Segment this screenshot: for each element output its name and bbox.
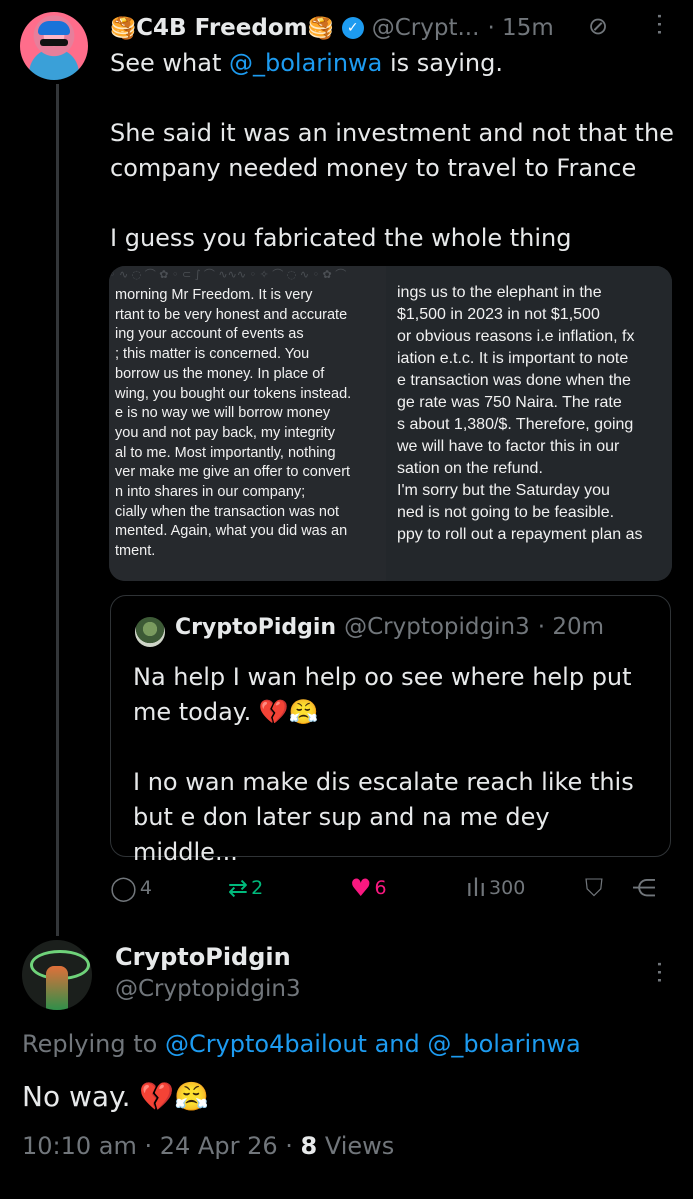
verified-badge-icon: ✓ xyxy=(341,17,364,39)
image-line: iation e.t.c. It is important to note xyxy=(397,350,629,367)
body-prefix: See what xyxy=(110,49,229,77)
image-line: mented. Again, what you did was an xyxy=(115,523,348,540)
image-text: ings us to the elephant in the $1,500 in… xyxy=(397,282,642,546)
quoted-author-name: CryptoPidgin xyxy=(175,614,337,640)
image-line: you and not pay back, my integrity xyxy=(115,424,336,441)
avatar xyxy=(135,617,165,647)
image-line: we will have to factor this in our xyxy=(397,438,620,455)
repost-icon: ⇄ xyxy=(228,874,249,902)
bookmark-button[interactable]: ⛉ xyxy=(585,874,606,902)
share-button[interactable]: ⋲ xyxy=(632,874,659,902)
image-line: ge rate was 750 Naira. The rate xyxy=(397,394,622,411)
views-label: Views xyxy=(317,1132,395,1160)
image-line: I'm sorry but the Saturday you xyxy=(397,482,610,499)
tweet-header: 🥞 C4B Freedom 🥞 ✓ @Crypt... · 15m xyxy=(110,12,554,44)
image-text: morning Mr Freedom. It is very rtant to … xyxy=(115,286,351,562)
views-count: 8 xyxy=(300,1132,318,1160)
replying-mentions[interactable]: @Crypto4bailout and @_bolarinwa xyxy=(165,1030,581,1058)
tweet-text: No way. 💔😤 xyxy=(22,1080,210,1113)
image-line: cially when the transaction was not xyxy=(115,503,340,520)
repost-count: 2 xyxy=(251,877,264,899)
image-line: s about 1,380/$. Therefore, going xyxy=(397,416,634,433)
more-vertical-icon[interactable]: ⋯ xyxy=(646,12,674,36)
avatar[interactable] xyxy=(22,940,92,1010)
image-line: ; this matter is concerned. You xyxy=(115,346,310,363)
more-vertical-icon[interactable]: ⋯ xyxy=(646,960,674,984)
views-count: 300 xyxy=(489,877,526,899)
bookmark-icon: ⛉ xyxy=(585,874,603,902)
pancake-emoji: 🥞 xyxy=(110,15,137,40)
quoted-tweet-header: CryptoPidgin @Cryptopidgin3 · 20m xyxy=(175,614,604,640)
quoted-tweet[interactable]: CryptoPidgin @Cryptopidgin3 · 20m Na hel… xyxy=(110,595,671,866)
like-icon: ♥ xyxy=(350,874,372,902)
image-line: tment. xyxy=(115,543,156,560)
reply-button[interactable]: ◯ 4 xyxy=(110,874,152,902)
like-count: 6 xyxy=(374,877,387,899)
media-grid[interactable]: ◦ ∿ ◌ ⌒ ✿ ◦ ⊂ ∫ ⌒ ∿∿∿ ◦ ✧ ⌒ ◌ ∿ ◦ ✿ ⌒ mo… xyxy=(109,266,672,581)
thread-connector-line xyxy=(56,84,59,936)
author-handle[interactable]: @Cryptopidgin3 xyxy=(115,976,301,1002)
quoted-tweet-text: Na help I wan help oo see where help put… xyxy=(133,663,634,866)
image-line: morning Mr Freedom. It is very xyxy=(115,287,313,303)
image-line: al to me. Most importantly, nothing xyxy=(115,444,336,461)
image-line: wing, you bought our tokens instead. xyxy=(115,385,352,402)
author-name[interactable]: C4B Freedom xyxy=(136,15,307,41)
tweet-time[interactable]: · 15m xyxy=(487,15,553,41)
media-image-right[interactable]: ings us to the elephant in the $1,500 in… xyxy=(395,266,672,581)
views-icon: ılı xyxy=(466,874,487,902)
mention-link[interactable]: @_bolarinwa xyxy=(229,49,382,77)
image-line: ing your account of events as xyxy=(115,326,304,343)
quoted-author-handle: @Cryptopidgin3 xyxy=(344,614,530,640)
replying-label: Replying to xyxy=(22,1030,165,1058)
image-line: sation on the refund. xyxy=(397,460,543,477)
quoted-tweet-time: · 20m xyxy=(537,614,604,640)
author-name[interactable]: CryptoPidgin xyxy=(115,943,291,971)
grok-icon[interactable]: ⊘ xyxy=(588,12,608,40)
image-line: $1,500 in 2023 in not $1,500 xyxy=(397,306,600,323)
image-line: ned is not going to be feasible. xyxy=(397,504,615,521)
tweet-meta: 10:10 am · 24 Apr 26 · 8 Views xyxy=(22,1132,394,1160)
image-line: or obvious reasons i.e inflation, fx xyxy=(397,328,635,345)
tweet-text: See what @_bolarinwa is saying. She said… xyxy=(110,46,680,256)
image-doodle-pattern: ◦ ∿ ◌ ⌒ ✿ ◦ ⊂ ∫ ⌒ ∿∿∿ ◦ ✧ ⌒ ◌ ∿ ◦ ✿ ⌒ xyxy=(109,268,347,280)
media-image-left[interactable]: ◦ ∿ ◌ ⌒ ✿ ◦ ⊂ ∫ ⌒ ∿∿∿ ◦ ✧ ⌒ ◌ ∿ ◦ ✿ ⌒ mo… xyxy=(109,266,386,581)
reply-icon: ◯ xyxy=(110,874,137,902)
image-line: rtant to be very honest and accurate xyxy=(115,306,348,323)
image-line: e transaction was done when the xyxy=(397,372,631,389)
image-line: e is no way we will borrow money xyxy=(115,405,331,422)
body-suffix: is saying. She said it was an investment… xyxy=(110,49,674,252)
image-line: ppy to roll out a repayment plan as xyxy=(397,526,643,543)
replying-to: Replying to @Crypto4bailout and @_bolari… xyxy=(22,1030,581,1058)
author-handle[interactable]: @Crypt... xyxy=(372,15,480,41)
like-button[interactable]: ♥ 6 xyxy=(350,874,387,902)
image-line: borrow us the money. In place of xyxy=(115,365,325,382)
image-line: n into shares in our company; xyxy=(115,484,306,501)
share-icon: ⋲ xyxy=(632,874,656,902)
views-button[interactable]: ılı 300 xyxy=(466,874,525,902)
avatar[interactable] xyxy=(20,12,88,80)
image-line: ver make me give an offer to convert xyxy=(115,464,351,481)
pancake-emoji: 🥞 xyxy=(307,15,334,40)
reply-count: 4 xyxy=(139,877,152,899)
repost-button[interactable]: ⇄ 2 xyxy=(228,874,263,902)
tweet-timestamp[interactable]: 10:10 am · 24 Apr 26 · xyxy=(22,1132,301,1160)
image-line: ings us to the elephant in the xyxy=(397,284,602,301)
